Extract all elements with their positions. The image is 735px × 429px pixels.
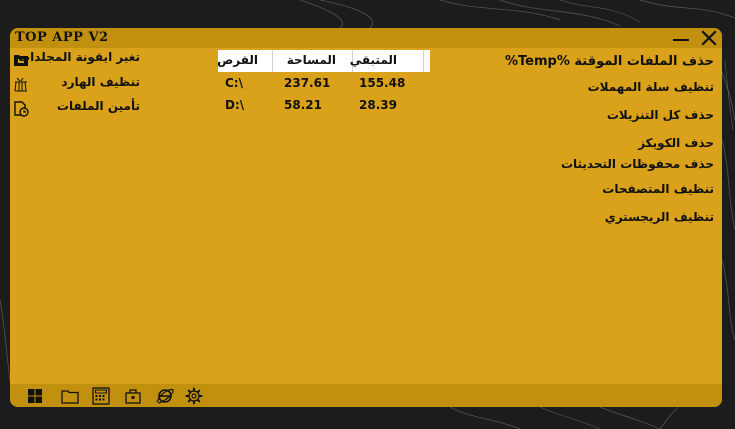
browser-icon[interactable] xyxy=(155,386,175,406)
drives-table-header: القرص المساحة المتبقي xyxy=(217,50,430,72)
close-icon xyxy=(701,30,717,46)
folder-icon[interactable] xyxy=(60,386,80,406)
right-menu-clean-browsers[interactable]: تنظيف المتصفحات xyxy=(602,182,714,196)
left-menu-label: تغير ايقونة المجلدات xyxy=(18,50,140,64)
windows-icon[interactable] xyxy=(25,386,45,406)
col-free-header: المتبقي xyxy=(349,53,397,67)
size-cell: 237.61 xyxy=(284,76,331,90)
left-menu-label: تنظيف الهارد xyxy=(61,75,140,89)
left-menu-secure-files[interactable]: تأمين الملفات xyxy=(10,99,210,119)
window-title: TOP APP V2 xyxy=(15,30,109,45)
title-bar[interactable]: TOP APP V2 xyxy=(10,28,722,48)
right-menu-delete-temp[interactable]: حذف الملفات الموقتة %Temp% xyxy=(505,54,714,69)
bottom-toolbar xyxy=(10,384,722,407)
right-menu-delete-update-history[interactable]: حذف محفوظات التحديثات xyxy=(561,157,714,171)
minimize-button[interactable] xyxy=(672,30,690,46)
toolbox-icon[interactable] xyxy=(123,386,143,406)
right-menu-delete-cookies[interactable]: حذف الكويكز xyxy=(638,136,714,150)
gear-icon[interactable] xyxy=(184,386,204,406)
size-cell: 58.21 xyxy=(284,98,322,112)
left-menu-clean-disk[interactable]: تنظيف الهارد xyxy=(10,75,210,95)
broom-icon xyxy=(12,76,30,94)
right-menu-clean-registry[interactable]: تنظيف الريجستري xyxy=(605,210,714,224)
close-button[interactable] xyxy=(700,29,718,47)
left-menu-change-folder-icon[interactable]: تغير ايقونة المجلدات xyxy=(10,50,210,70)
calculator-icon[interactable] xyxy=(91,386,111,406)
col-size-header: المساحة xyxy=(286,53,336,67)
left-menu-label: تأمين الملفات xyxy=(56,99,140,113)
drive-cell: D:\ xyxy=(225,98,245,112)
column-separator xyxy=(423,50,424,72)
app-window: TOP APP V2 تغير ايقونة المجلدات تنظيف ال… xyxy=(10,28,722,407)
right-menu-delete-downloads[interactable]: حذف كل التنزيلات xyxy=(607,108,714,122)
drives-table: القرص المساحة المتبقي xyxy=(217,50,430,72)
right-menu-empty-recycle-bin[interactable]: تنظيف سلة المهملات xyxy=(588,80,714,94)
free-cell: 155.48 xyxy=(359,76,406,90)
file-lock-icon xyxy=(12,100,30,118)
free-cell: 28.39 xyxy=(359,98,397,112)
drive-cell: C:\ xyxy=(225,76,243,90)
column-separator xyxy=(272,50,273,72)
col-drive-header: القرص xyxy=(217,53,258,67)
